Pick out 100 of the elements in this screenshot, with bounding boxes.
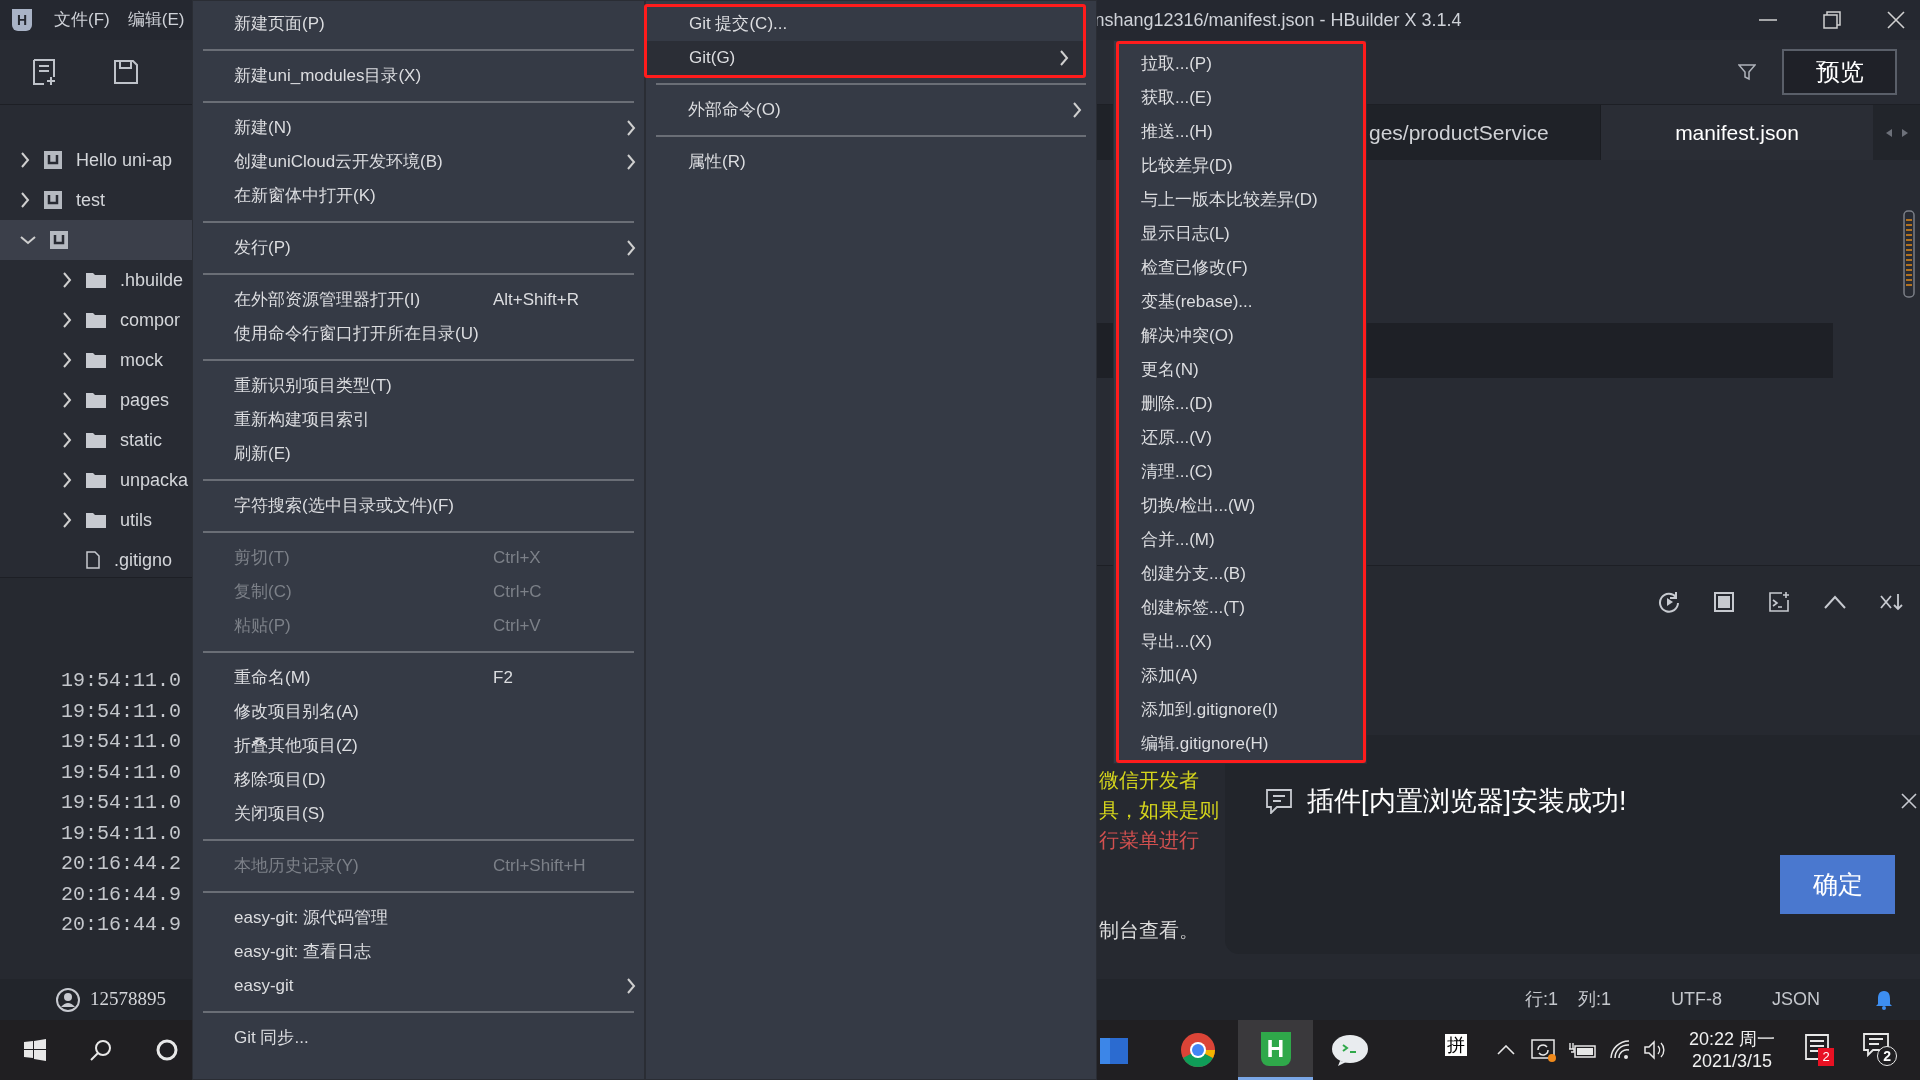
notes-icon[interactable]	[1805, 1034, 1830, 1060]
menu-item[interactable]: 创建分支...(B)	[1119, 557, 1363, 591]
menu-item[interactable]: 解决冲突(O)	[1119, 319, 1363, 353]
tree-item-label[interactable]: pages	[120, 386, 170, 414]
speaker-icon[interactable]	[1643, 1040, 1667, 1060]
menu-bar-item[interactable]: 编辑(E)	[127, 7, 185, 33]
restart-icon[interactable]	[1658, 591, 1680, 613]
menu-item[interactable]: 创建标签...(T)	[1119, 591, 1363, 625]
clock-date[interactable]: 2021/3/15	[1692, 1050, 1773, 1072]
menu-item[interactable]: 重命名(M) F2	[193, 661, 644, 695]
menu-item[interactable]: 拉取...(P)	[1119, 47, 1363, 81]
browser-icon[interactable]	[1180, 1032, 1216, 1068]
menu-item[interactable]: 修改项目别名(A)	[193, 695, 644, 729]
tree-item-label[interactable]: mock	[120, 346, 163, 374]
search-icon[interactable]	[90, 1039, 112, 1061]
tree-item-label[interactable]: .gitigno	[114, 546, 173, 574]
menu-item[interactable]: Git(G)	[647, 41, 1083, 75]
menu-item[interactable]: 新建(N)	[193, 111, 644, 145]
menu-item[interactable]: 显示日志(L)	[1119, 217, 1363, 251]
message-icon	[1265, 788, 1293, 815]
menu-item[interactable]: 折叠其他项目(Z)	[193, 729, 644, 763]
input-method-indicator[interactable]: 拼	[1445, 1034, 1467, 1056]
encoding-label[interactable]: UTF-8	[1671, 986, 1723, 1013]
language-label[interactable]: JSON	[1772, 986, 1821, 1013]
menu-item[interactable]: 属性(R)	[646, 145, 1096, 179]
menu-item[interactable]: 更名(N)	[1119, 353, 1363, 387]
sync-icon[interactable]	[1531, 1038, 1557, 1062]
menu-bar-item[interactable]: 文件(F)	[54, 7, 110, 33]
menu-item[interactable]: 合并...(M)	[1119, 523, 1363, 557]
confirm-button[interactable]: 确定	[1780, 855, 1895, 914]
tree-item-label[interactable]: static	[120, 426, 162, 454]
menu-item[interactable]: 变基(rebase)...	[1119, 285, 1363, 319]
menu-item[interactable]: 还原...(V)	[1119, 421, 1363, 455]
clock-time[interactable]: 20:22 周一	[1689, 1028, 1776, 1050]
chat-app-icon[interactable]	[1331, 1034, 1369, 1066]
battery-icon[interactable]	[1569, 1041, 1597, 1059]
folder-icon	[86, 312, 106, 328]
menu-item[interactable]: 编辑.gitignore(H)	[1119, 727, 1363, 761]
chevron-right-icon	[62, 352, 72, 368]
menu-item[interactable]: 移除项目(D)	[193, 763, 644, 797]
menu-item[interactable]: 关闭项目(S)	[193, 797, 644, 831]
menu-item[interactable]: 推送...(H)	[1119, 115, 1363, 149]
menu-item[interactable]: 刷新(E)	[193, 437, 644, 471]
bell-icon[interactable]	[1875, 989, 1894, 1010]
menu-item[interactable]: 新建页面(P)	[193, 7, 644, 41]
tree-item-label[interactable]: utils	[120, 506, 152, 534]
tree-row[interactable]	[0, 220, 192, 260]
app-logo: H	[12, 9, 32, 31]
console-line: 制台查看。	[1099, 918, 1199, 943]
menu-item[interactable]: 在新窗体中打开(K)	[193, 179, 644, 213]
menu-item[interactable]: easy-git: 查看日志	[193, 935, 644, 969]
menu-item[interactable]: 添加到.gitignore(I)	[1119, 693, 1363, 727]
menu-item[interactable]: 获取...(E)	[1119, 81, 1363, 115]
tree-item-label[interactable]: compor	[120, 306, 181, 334]
console-timestamp: 20:16:44.9	[61, 912, 183, 938]
clear-console-icon[interactable]	[1880, 593, 1904, 611]
chevron-up-icon[interactable]	[1824, 595, 1846, 609]
circle-icon[interactable]	[156, 1039, 178, 1061]
editor-tab[interactable]: manifest.json	[1601, 105, 1873, 160]
menu-item[interactable]: 检查已修改(F)	[1119, 251, 1363, 285]
menu-item[interactable]: 切换/检出...(W)	[1119, 489, 1363, 523]
menu-item[interactable]: Git 同步...	[193, 1021, 644, 1055]
menu-item[interactable]: 在外部资源管理器打开(I) Alt+Shift+R	[193, 283, 644, 317]
tree-item-label[interactable]: .hbuilde	[120, 266, 184, 294]
menu-item[interactable]: 与上一版本比较差异(D)	[1119, 183, 1363, 217]
menu-item[interactable]: 比较差异(D)	[1119, 149, 1363, 183]
window-title: nshang12316/manifest.json - HBuilder X 3.1.4	[1094, 8, 1462, 32]
menu-item[interactable]: 重新识别项目类型(T)	[193, 369, 644, 403]
preview-button[interactable]: 预览	[1782, 49, 1897, 95]
save-icon[interactable]	[112, 58, 140, 86]
menu-item[interactable]: 使用命令行窗口打开所在目录(U)	[193, 317, 644, 351]
menu-item[interactable]: easy-git: 源代码管理	[193, 901, 644, 935]
stop-icon[interactable]	[1714, 592, 1734, 612]
document-app-icon[interactable]	[1100, 1035, 1128, 1065]
menu-item[interactable]: Git 提交(C)...	[647, 7, 1083, 41]
menu-item[interactable]: 字符搜索(选中目录或文件)(F)	[193, 489, 644, 523]
scroll-right-icon[interactable]	[1901, 127, 1909, 138]
folder-icon	[86, 392, 106, 408]
menu-item[interactable]: 删除...(D)	[1119, 387, 1363, 421]
menu-item[interactable]: 重新构建项目索引	[193, 403, 644, 437]
chevron-up-icon[interactable]	[1497, 1045, 1515, 1055]
restore-icon[interactable]	[1822, 10, 1842, 30]
menu-item[interactable]: 导出...(X)	[1119, 625, 1363, 659]
menu-item[interactable]: 添加(A)	[1119, 659, 1363, 693]
filter-icon[interactable]	[1738, 63, 1756, 81]
menu-item[interactable]: easy-git	[193, 969, 644, 1003]
close-icon[interactable]	[1901, 793, 1917, 809]
menu-item[interactable]: 创建uniCloud云开发环境(B)	[193, 145, 644, 179]
close-icon[interactable]	[1886, 10, 1906, 30]
menu-item[interactable]: 发行(P)	[193, 231, 644, 265]
menu-item[interactable]: 清理...(C)	[1119, 455, 1363, 489]
scroll-left-icon[interactable]	[1885, 127, 1893, 138]
menu-item[interactable]: 外部命令(O)	[646, 93, 1096, 127]
user-icon[interactable]	[56, 987, 80, 1012]
chevron-right-icon	[62, 472, 72, 488]
terminal-icon[interactable]	[1768, 591, 1790, 613]
windows-start-icon[interactable]	[24, 1039, 46, 1061]
tree-item-label[interactable]: unpacka	[120, 466, 189, 494]
chevron-right-icon	[1059, 50, 1069, 66]
menu-item[interactable]: 新建uni_modules目录(X)	[193, 59, 644, 93]
